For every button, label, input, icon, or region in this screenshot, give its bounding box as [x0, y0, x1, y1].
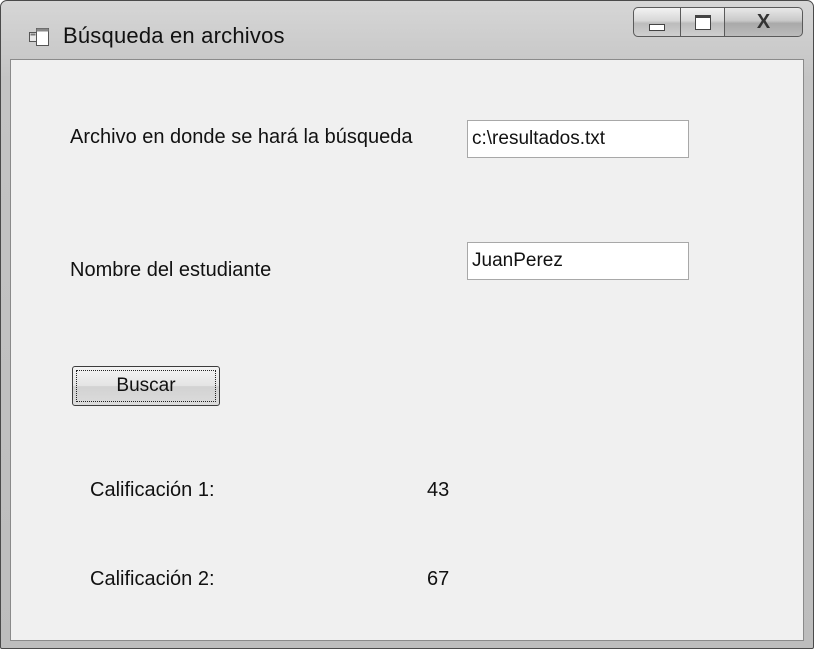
minimize-button[interactable] — [633, 7, 681, 37]
grade-1-label: Calificación 1: — [90, 479, 215, 501]
app-window-icon — [29, 28, 49, 46]
caption-buttons: X — [633, 7, 803, 37]
minimize-icon — [649, 23, 665, 31]
grade-2-value: 67 — [427, 568, 450, 590]
close-icon: X — [756, 11, 771, 33]
file-path-label: Archivo en donde se hará la búsqueda — [70, 126, 413, 148]
file-path-input[interactable] — [467, 120, 689, 158]
app-window: Búsqueda en archivos X Archivo en donde … — [0, 0, 814, 649]
close-button[interactable]: X — [725, 7, 803, 37]
grade-2-label: Calificación 2: — [90, 568, 215, 590]
student-name-input[interactable] — [467, 242, 689, 280]
search-button[interactable]: Buscar — [72, 366, 220, 406]
search-button-label: Buscar — [116, 375, 176, 396]
title-bar[interactable]: Búsqueda en archivos X — [1, 1, 813, 59]
form-client-area: Archivo en donde se hará la búsqueda Nom… — [10, 59, 804, 641]
grade-1-value: 43 — [427, 479, 450, 501]
maximize-button[interactable] — [681, 7, 725, 37]
maximize-icon — [694, 14, 711, 30]
window-title: Búsqueda en archivos — [63, 23, 285, 48]
student-name-label: Nombre del estudiante — [70, 259, 272, 281]
